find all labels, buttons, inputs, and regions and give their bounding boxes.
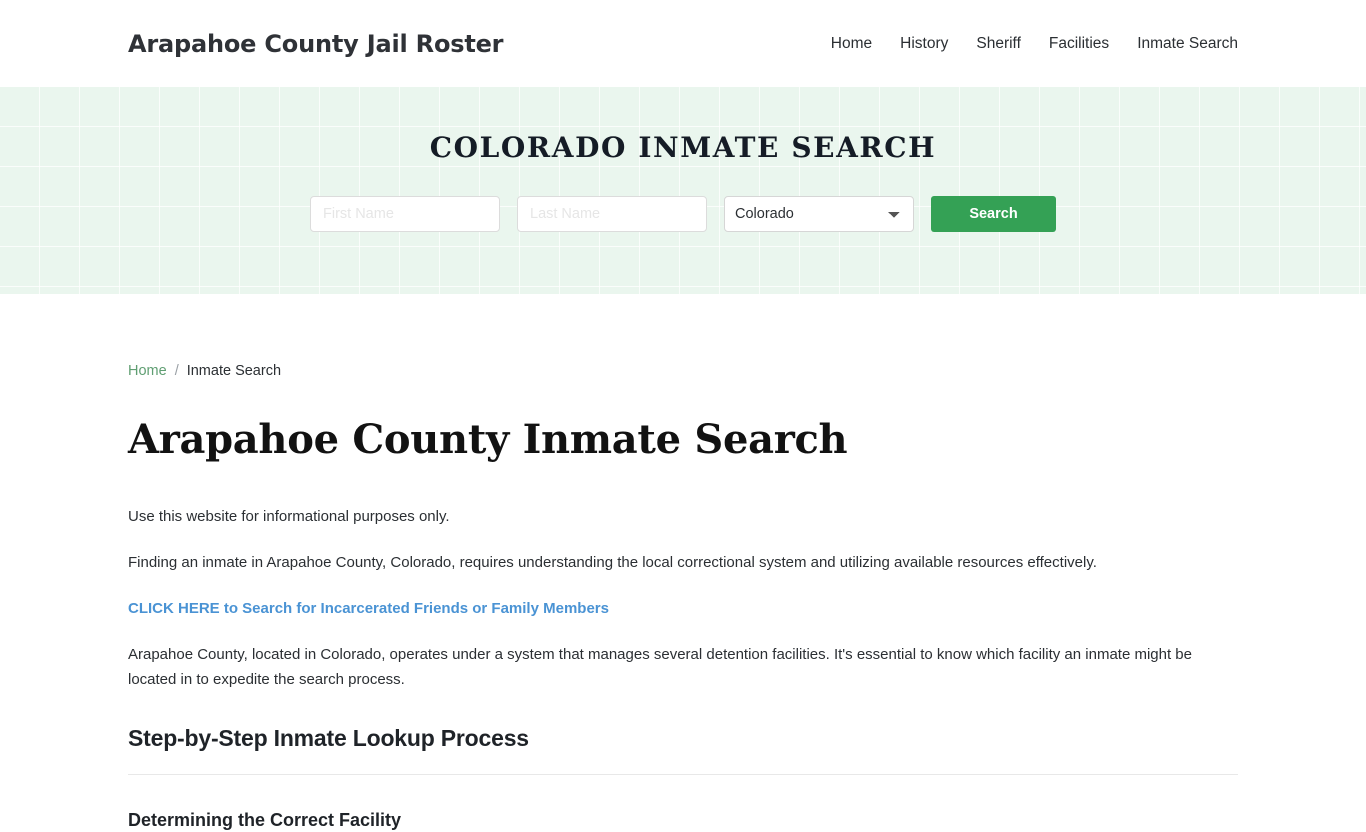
breadcrumb: Home / Inmate Search (128, 294, 1238, 379)
section-divider (128, 773, 1238, 775)
paragraph-disclaimer: Use this website for informational purpo… (128, 507, 450, 525)
inmate-search-form: Colorado Search (310, 195, 1056, 232)
site-header: Arapahoe County Jail Roster Home History… (0, 0, 1366, 87)
hero-title: COLORADO INMATE SEARCH (429, 131, 937, 164)
breadcrumb-current-page: Inmate Search (186, 363, 282, 379)
sub-heading-correct-facility: Determining the Correct Facility (128, 809, 402, 830)
first-name-input[interactable] (310, 195, 500, 232)
nav-item-facilities[interactable]: Facilities (1049, 36, 1109, 52)
paragraph-facilities: Arapahoe County, located in Colorado, op… (128, 646, 1192, 688)
breadcrumb-separator: / (174, 363, 179, 379)
page-title: Arapahoe County Inmate Search (128, 415, 848, 463)
paragraph-intro: Finding an inmate in Arapahoe County, Co… (128, 553, 1097, 571)
main-navigation: Home History Sheriff Facilities Inmate S… (831, 36, 1238, 52)
last-name-input[interactable] (517, 195, 707, 232)
main-content: Home / Inmate Search Arapahoe County Inm… (0, 294, 1366, 832)
nav-item-history[interactable]: History (900, 36, 948, 52)
cta-search-link[interactable]: CLICK HERE to Search for Incarcerated Fr… (128, 575, 609, 621)
nav-item-home[interactable]: Home (831, 36, 872, 52)
nav-item-sheriff[interactable]: Sheriff (976, 36, 1021, 52)
hero-search-banner: COLORADO INMATE SEARCH Colorado Search (0, 87, 1366, 294)
section-heading-lookup-process: Step-by-Step Inmate Lookup Process (128, 724, 529, 751)
state-select[interactable]: Colorado (724, 195, 914, 232)
search-button[interactable]: Search (931, 195, 1056, 232)
site-brand-title[interactable]: Arapahoe County Jail Roster (128, 30, 504, 58)
nav-item-inmate-search[interactable]: Inmate Search (1137, 36, 1238, 52)
breadcrumb-link-home[interactable]: Home (128, 364, 167, 379)
